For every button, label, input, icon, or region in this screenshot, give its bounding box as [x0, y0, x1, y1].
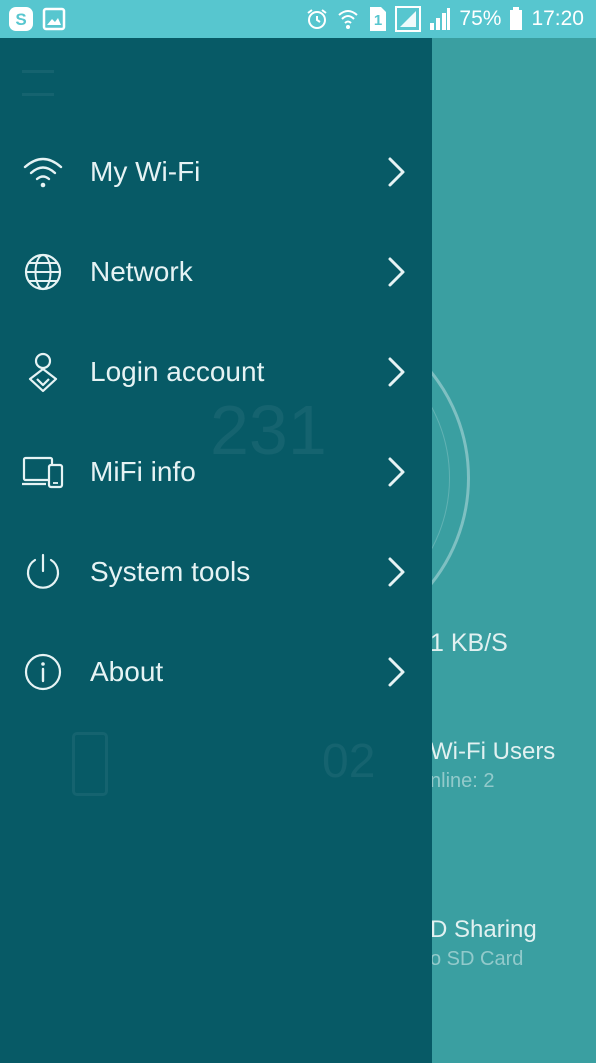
menu-item-my-wifi[interactable]: My Wi-Fi — [0, 132, 432, 212]
sd-sharing-subtitle: o SD Card — [430, 948, 524, 970]
chevron-right-icon — [388, 457, 405, 487]
gallery-icon — [42, 7, 66, 31]
sim-icon: 1 — [367, 6, 387, 32]
chevron-right-icon — [388, 657, 405, 687]
wifi-icon — [22, 151, 64, 193]
chevron-right-icon — [388, 357, 405, 387]
signal-icon — [429, 7, 451, 31]
chevron-right-icon — [388, 257, 405, 287]
menu-item-about[interactable]: About — [0, 632, 432, 712]
battery-percent: 75% — [459, 7, 502, 30]
wifi-users-title[interactable]: Wi-Fi Users — [430, 738, 555, 766]
menu-item-login-account[interactable]: Login account — [0, 332, 432, 412]
menu-item-label: System tools — [90, 556, 251, 587]
clock: 17:20 — [531, 7, 584, 30]
globe-icon — [22, 251, 64, 293]
menu-item-label: My Wi-Fi — [90, 156, 201, 187]
menu-item-label: Network — [90, 256, 193, 287]
wifi-calling-icon — [337, 7, 359, 31]
chevron-right-icon — [388, 157, 405, 187]
status-bar: S 1 75% 17:20 — [0, 0, 596, 38]
navigation-drawer: 231 02 My Wi-Fi Network Login account Mi… — [0, 38, 432, 1063]
alarm-icon — [305, 7, 329, 31]
skype-icon: S — [8, 6, 34, 32]
signal-icon — [395, 6, 422, 32]
status-bar-left: S — [8, 6, 66, 32]
user-location-icon — [22, 351, 64, 393]
menu-item-label: Login account — [90, 356, 265, 387]
wifi-users-online: nline: 2 — [430, 770, 495, 792]
status-bar-right: 1 75% 17:20 — [305, 6, 584, 32]
menu-item-system-tools[interactable]: System tools — [0, 532, 432, 612]
chevron-right-icon — [388, 557, 405, 587]
speed-readout: 1 KB/S — [430, 629, 508, 657]
svg-text:1: 1 — [374, 12, 382, 29]
ghost-phone-icon — [72, 732, 108, 796]
sd-sharing-title[interactable]: D Sharing — [430, 916, 537, 944]
menu-item-label: About — [90, 656, 164, 687]
info-icon — [22, 651, 64, 693]
menu-item-mifi-info[interactable]: MiFi info — [0, 432, 432, 512]
menu-item-network[interactable]: Network — [0, 232, 432, 312]
menu-item-label: MiFi info — [90, 456, 196, 487]
power-icon — [22, 551, 64, 593]
ghost-menu-icon — [22, 70, 54, 96]
svg-text:S: S — [15, 10, 26, 29]
devices-icon — [22, 451, 64, 493]
ghost-count: 02 — [322, 735, 376, 788]
battery-icon — [509, 7, 523, 31]
